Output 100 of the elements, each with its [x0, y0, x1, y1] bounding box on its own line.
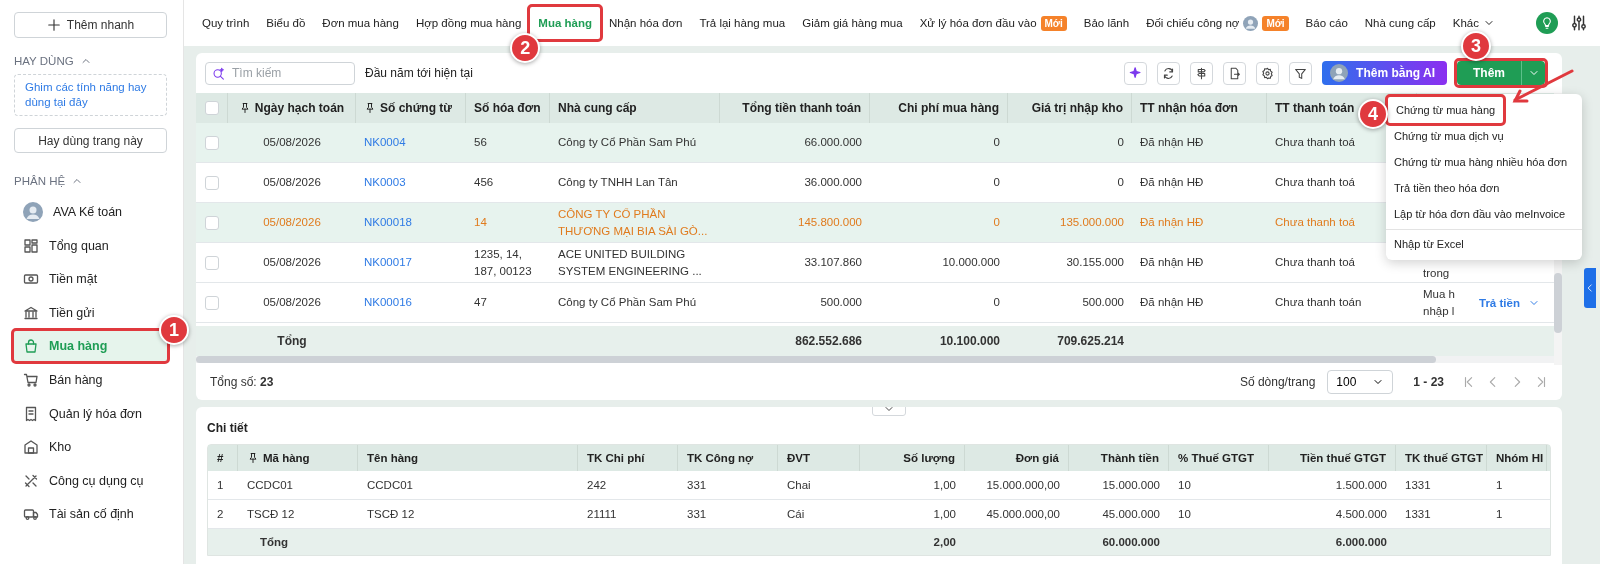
new-badge: Mới [1040, 15, 1067, 31]
table-cell-text: 500.000 [819, 295, 863, 310]
table-cell-text: 15.000.000 [1101, 479, 1161, 491]
table-cell-text: Đã nhận HĐ [1139, 215, 1205, 230]
table-cell-text: Đã nhận HĐ [1139, 135, 1205, 150]
table-cell-text: 1.500.000 [1334, 479, 1388, 491]
table-cell-text: Chai [786, 479, 812, 491]
total-value: 6.000.000 [1334, 536, 1388, 548]
page-size-label: Số dòng/trang [1239, 374, 1316, 389]
nav-tab[interactable]: Hợp đồng mua hàng [407, 12, 530, 34]
table-cell-text: Công ty TNHH Lan Tân [557, 175, 679, 190]
nav-tab[interactable]: Giảm giá hàng mua [794, 12, 911, 34]
document-link[interactable]: NK0004 [356, 134, 414, 151]
table-cell-text: Chưa thanh toán [1274, 295, 1363, 310]
menu-item[interactable]: Chứng từ mua hàng nhiều hóa đơn [1386, 149, 1582, 175]
column-header: Đơn giá [1015, 452, 1059, 464]
table-cell-text: 47 [473, 295, 488, 310]
page-size-select[interactable]: 100 [1327, 369, 1394, 394]
column-header: Mã hàng [263, 452, 310, 464]
table-cell-text: trong [1422, 266, 1450, 281]
table-cell-text: TSCĐ 12 [246, 508, 296, 520]
column-header: Thành tiền [1100, 452, 1159, 464]
column-header: Số hóa đơn [474, 101, 541, 115]
column-header: Số lượng [903, 452, 955, 464]
table-cell-text: 05/08/2026 [262, 215, 322, 230]
menu-item[interactable]: Nhập từ Excel [1386, 229, 1582, 257]
section-title: PHÂN HỆ [14, 175, 66, 187]
column-header: Giá trị nhập kho [1031, 101, 1123, 115]
nav-tab[interactable]: Nhận hóa đơn [600, 12, 691, 34]
document-link[interactable]: NK00018 [356, 214, 420, 231]
document-link[interactable]: NK0003 [356, 174, 414, 191]
table-cell-text: Đã nhận HĐ [1139, 175, 1205, 190]
document-link[interactable]: NK00016 [356, 294, 420, 311]
pay-link[interactable]: Trả tiền [1473, 296, 1540, 309]
sidebar-item[interactable]: Quản lý hóa đơn [14, 398, 152, 429]
table-cell-text: Công ty Cổ Phần Sam Phú [557, 135, 698, 150]
table-cell-text: 45.000.000,00 [985, 508, 1061, 520]
favorite-page-button[interactable]: Hay dùng trang này [14, 128, 167, 153]
table-cell-text: 33.107.860 [803, 255, 863, 270]
new-badge: Mới [1262, 15, 1289, 31]
menu-item[interactable]: Trả tiền theo hóa đơn [1386, 175, 1582, 201]
table-cell-text: 0 [1116, 175, 1125, 190]
sidebar-item[interactable]: Kho [14, 432, 82, 463]
sidebar-item[interactable]: Tài sản cố định [14, 499, 144, 530]
quick-add-button[interactable]: Thêm nhanh [14, 12, 167, 38]
table-cell-text: Chưa thanh toá [1274, 175, 1356, 190]
column-header: Chi phí mua hàng [898, 101, 999, 115]
column-header: % Thuế GTGT [1178, 452, 1255, 464]
total-value: 862.552.686 [794, 332, 863, 350]
ai-add-button[interactable]: Thêm bằng AI [1322, 61, 1447, 85]
search-field[interactable]: Tìm kiếm [205, 61, 355, 85]
nav-tab[interactable]: Biểu đồ [258, 12, 314, 34]
sidebar-item[interactable]: Công cụ dụng cụ [14, 465, 154, 496]
page-range: 1 - 23 [1413, 374, 1444, 389]
document-link[interactable]: NK00017 [356, 254, 420, 271]
table-cell-text: 21111 [586, 508, 618, 520]
table-cell-text: 66.000.000 [803, 135, 863, 150]
menu-item[interactable]: Lập từ hóa đơn đầu vào meInvoice [1386, 201, 1582, 227]
sidebar-item[interactable]: Tiền gửi [14, 297, 105, 328]
nav-tab[interactable]: Đơn mua hàng [314, 12, 407, 34]
total-value: 709.625.214 [1056, 332, 1125, 350]
table-cell-text: 15.000.000,00 [985, 479, 1061, 491]
total-value: 10.100.000 [938, 332, 1001, 350]
sidebar-item[interactable]: AVA Kế toán [14, 197, 133, 227]
column-header: TT nhận hóa đơn [1140, 101, 1238, 115]
table-cell-text: Công ty Cổ Phần Sam Phú [557, 295, 698, 310]
nav-tab[interactable]: Đối chiếu công nợ Mới [1138, 10, 1297, 36]
table-cell-text: Chưa thanh toá [1274, 215, 1356, 230]
column-header: Nhà cung cấp [558, 101, 637, 115]
sidebar-item[interactable]: Bán hàng [14, 364, 113, 395]
menu-item[interactable]: Chứng từ mua hàng [1388, 97, 1504, 123]
table-cell-text: 0 [1116, 135, 1125, 150]
table-cell-text: 0 [992, 135, 1001, 150]
table-cell-text: 0 [992, 215, 1001, 230]
table-cell-text: 30.155.000 [1065, 255, 1125, 270]
total-value: 2,00 [932, 536, 957, 548]
menu-item[interactable]: Chứng từ mua dịch vụ [1386, 123, 1582, 149]
nav-tab[interactable]: Bảo lãnh [1075, 12, 1138, 34]
nav-tab[interactable]: Xử lý hóa đơn đầu vào Mới [911, 10, 1075, 36]
table-cell-text: 1 [1495, 479, 1504, 491]
nav-tab[interactable]: Nhà cung cấp [1356, 12, 1444, 34]
table-cell-text: 1331 [1404, 508, 1432, 520]
table-cell-text: 1,00 [932, 479, 957, 491]
table-cell-text: 456 [473, 175, 495, 190]
nav-tab[interactable]: Báo cáo [1297, 12, 1356, 34]
nav-tab[interactable]: Trả lại hàng mua [691, 12, 794, 34]
column-header: TK Chi phí [587, 452, 645, 464]
table-cell-text: ACE UNITED BUILDING SYSTEM ENGINEERING ... [557, 246, 703, 279]
table-cell-text: CÔNG TY CỔ PHẦN THƯƠNG MẠI BIA SÀI GÒ... [557, 206, 709, 239]
column-header: Tổng tiền thanh toán [742, 101, 861, 115]
column-header: ĐVT [787, 452, 810, 464]
table-cell-text: CCDC01 [366, 479, 414, 491]
total-label: Tổng [259, 536, 290, 548]
period-filter[interactable]: Đầu năm tới hiện tại [365, 66, 473, 80]
sidebar-item[interactable]: Tiền mặt [14, 264, 108, 295]
sidebar-item[interactable]: Tổng quan [14, 230, 119, 261]
table-cell-text: 05/08/2026 [262, 135, 322, 150]
nav-tab[interactable]: Quy trình [194, 12, 258, 34]
nav-tab[interactable]: Khác [1444, 12, 1503, 34]
column-header: Nhóm HI [1496, 452, 1544, 464]
